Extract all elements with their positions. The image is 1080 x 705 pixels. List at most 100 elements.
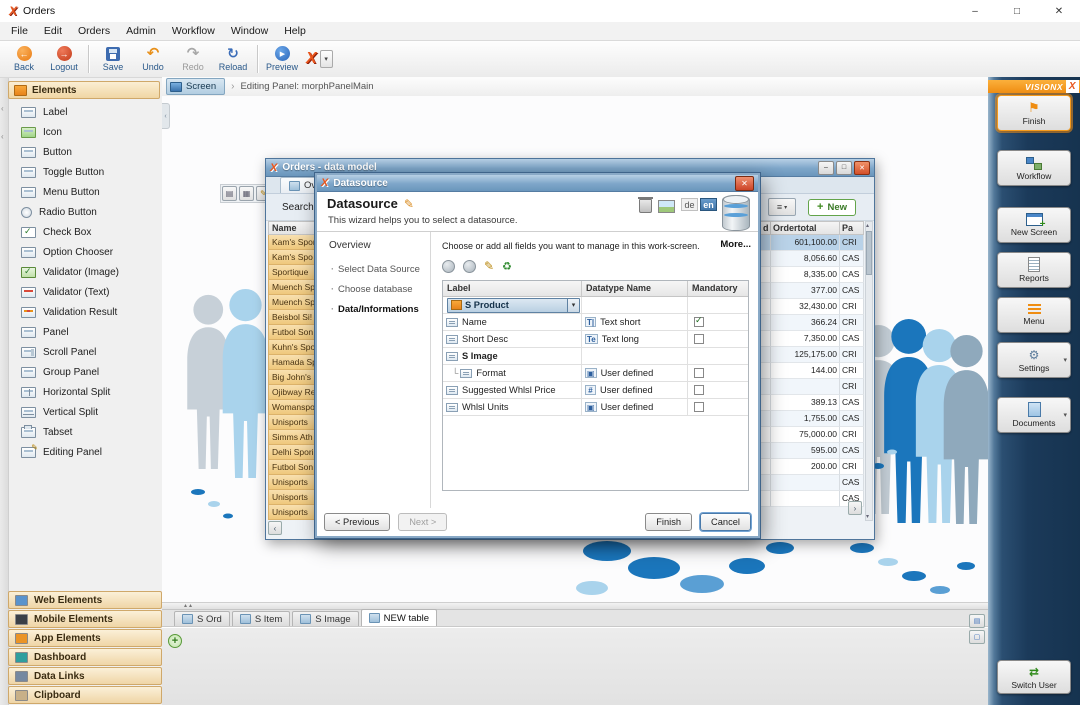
vertical-scrollbar[interactable] [865, 221, 873, 521]
table-row[interactable]: 389.13 CAS [760, 395, 864, 411]
toggle-circle-icon[interactable] [463, 260, 476, 273]
element-list-item[interactable]: Menu Button [8, 182, 162, 202]
table-row[interactable]: 7,350.00 CAS [760, 331, 864, 347]
workflow-button[interactable]: Workflow [997, 150, 1071, 186]
palette-section-header[interactable]: App Elements [8, 629, 162, 647]
table-row[interactable]: Kam's Spor [268, 235, 315, 250]
bottom-tab[interactable]: S Ord [174, 611, 230, 626]
table-row[interactable]: Delhi Spori [268, 445, 315, 460]
language-de-button[interactable]: de [681, 198, 698, 211]
table-row[interactable]: Suggested Whlsl Price #User defined [443, 382, 748, 399]
table-row[interactable]: Whlsl Units ▣User defined [443, 399, 748, 416]
element-list-item[interactable]: Toggle Button [8, 162, 162, 182]
settings-button[interactable]: Settings [997, 342, 1071, 378]
dialog-titlebar[interactable]: X Datasource [317, 175, 758, 192]
element-list-item[interactable]: Horizontal Split [8, 382, 162, 402]
table-row[interactable]: Simms Ath [268, 430, 315, 445]
table-row[interactable]: Ojibway Re [268, 385, 315, 400]
table-row[interactable]: S Product [443, 297, 748, 314]
elements-panel-header[interactable]: Elements [8, 81, 160, 99]
new-record-button[interactable]: + New [808, 199, 856, 216]
palette-section-header[interactable]: Clipboard [8, 686, 162, 704]
nav-data-informations[interactable]: Data/Informations [317, 304, 430, 315]
hamburger-menu-button[interactable] [768, 198, 796, 216]
minimize-button[interactable] [818, 161, 834, 175]
toggle-circle-icon[interactable] [442, 260, 455, 273]
table-row[interactable]: 601,100.00 CRI [760, 235, 864, 251]
image-icon[interactable] [658, 200, 675, 213]
palette-section-header[interactable]: Web Elements [8, 591, 162, 609]
mandatory-checkbox[interactable] [694, 402, 704, 412]
mandatory-checkbox[interactable] [694, 334, 704, 344]
table-row[interactable]: Kuhn's Spo [268, 340, 315, 355]
table-row[interactable]: 75,000.00 CRI [760, 427, 864, 443]
table-row[interactable]: 366.24 CRI [760, 315, 864, 331]
mandatory-checkbox[interactable]: ✓ [694, 317, 704, 327]
add-column-button[interactable]: + [168, 634, 182, 648]
nav-select-data-source[interactable]: Select Data Source [317, 264, 430, 275]
minimize-button[interactable] [954, 0, 996, 22]
element-list-item[interactable]: Tabset [8, 422, 162, 442]
element-list-item[interactable]: Check Box [8, 222, 162, 242]
table-row[interactable]: Futbol Son [268, 325, 315, 340]
chevron-down-icon[interactable] [1063, 356, 1067, 364]
language-en-button[interactable]: en [700, 198, 717, 211]
panel-view-icon[interactable]: ▤ [969, 614, 985, 628]
element-list-item[interactable]: Validator (Text) [8, 282, 162, 302]
table-row[interactable]: 144.00 CRI [760, 363, 864, 379]
table-row[interactable]: Sportique [268, 265, 315, 280]
design-canvas[interactable]: X Orders - data model Overv... Searc [162, 96, 988, 602]
table-row[interactable]: Format ▣User defined [443, 365, 748, 382]
element-list-item[interactable]: Panel [8, 322, 162, 342]
panel-collapse-arrow[interactable] [162, 103, 170, 129]
menu-item[interactable]: Window [223, 25, 276, 37]
undo-button[interactable]: Undo [133, 42, 173, 76]
edit-icon[interactable] [404, 196, 414, 211]
bottom-panel-content[interactable]: + [162, 627, 988, 705]
element-list-item[interactable]: Validator (Image) [8, 262, 162, 282]
element-list-item[interactable]: Editing Panel [8, 442, 162, 462]
close-button[interactable] [735, 176, 754, 191]
table-row[interactable]: Womanspor [268, 400, 315, 415]
reports-button[interactable]: Reports [997, 252, 1071, 288]
chevron-down-icon[interactable] [1063, 411, 1067, 419]
table-row[interactable]: Muench Sp [268, 295, 315, 310]
table-row[interactable]: Unisports [268, 490, 315, 505]
table-row[interactable]: 32,430.00 CRI [760, 299, 864, 315]
preview-button[interactable]: Preview [262, 42, 302, 76]
delete-icon[interactable] [639, 199, 652, 213]
table-row[interactable]: Unisports [268, 415, 315, 430]
palette-section-header[interactable]: Mobile Elements [8, 610, 162, 628]
redo-button[interactable]: Redo [173, 42, 213, 76]
table-row[interactable]: Hamada Sp [268, 355, 315, 370]
previous-button[interactable]: < Previous [324, 513, 390, 531]
element-list-item[interactable]: Group Panel [8, 362, 162, 382]
element-list-item[interactable]: Label [8, 102, 162, 122]
element-list-item[interactable]: Scroll Panel [8, 342, 162, 362]
table-row[interactable]: 8,335.00 CAS [760, 267, 864, 283]
product-combobox[interactable]: S Product [447, 298, 580, 313]
name-column-header[interactable]: Name [268, 221, 315, 235]
combo-dropdown-button[interactable] [567, 299, 579, 312]
new-screen-button[interactable]: New Screen [997, 207, 1071, 243]
table-row[interactable]: Beisbol Si! [268, 310, 315, 325]
maximize-button[interactable] [836, 161, 852, 175]
page-icon[interactable] [222, 186, 237, 201]
table-row[interactable]: Unisports [268, 475, 315, 490]
table-row[interactable]: Unisports [268, 505, 315, 520]
scroll-left-arrow[interactable] [268, 521, 282, 535]
table-row[interactable]: 595.00 CAS [760, 443, 864, 459]
palette-section-header[interactable]: Data Links [8, 667, 162, 685]
close-button[interactable] [854, 161, 870, 175]
logout-button[interactable]: Logout [44, 42, 84, 76]
nav-overview[interactable]: Overview [317, 240, 430, 251]
grid-icon[interactable] [239, 186, 254, 201]
bottom-tab[interactable]: S Image [292, 611, 358, 626]
mandatory-checkbox[interactable] [694, 368, 704, 378]
table-row[interactable]: Name T|Text short ✓ [443, 314, 748, 331]
menu-item[interactable]: File [3, 25, 36, 37]
table-row[interactable]: Muench Sp [268, 280, 315, 295]
menu-button[interactable]: Menu [997, 297, 1071, 333]
visionx-menu-button[interactable]: X [306, 50, 333, 68]
close-button[interactable] [1038, 0, 1080, 22]
